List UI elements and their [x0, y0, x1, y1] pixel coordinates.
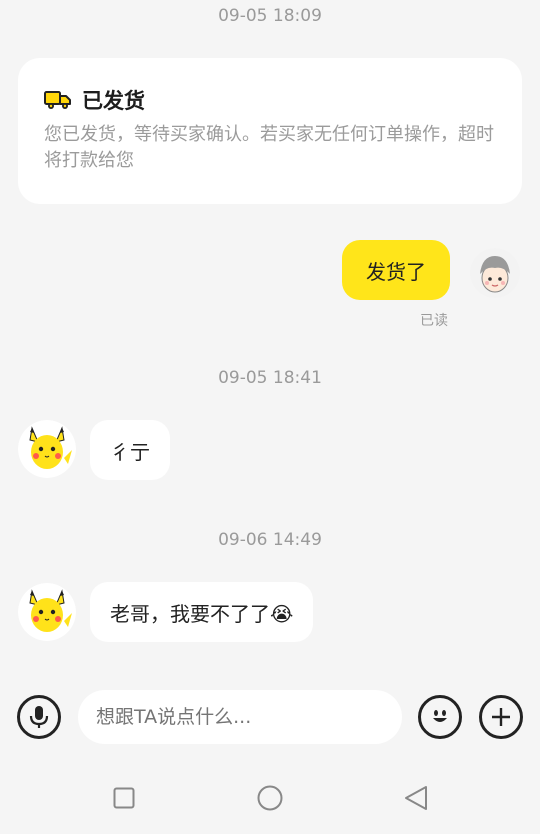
- sent-message-text: 发货了: [366, 259, 426, 284]
- truck-icon: [44, 91, 71, 109]
- plus-icon: [492, 708, 510, 726]
- received-message-text: 老哥，我要不了了😭: [110, 601, 294, 626]
- system-navigation-bar: [0, 760, 540, 834]
- emoji-icon: [433, 710, 447, 722]
- emoji-button[interactable]: [418, 695, 462, 739]
- pikachu-avatar-icon: [18, 420, 76, 478]
- contact-avatar[interactable]: [18, 420, 76, 478]
- received-message-bubble[interactable]: 老哥，我要不了了😭: [90, 582, 314, 642]
- voice-button[interactable]: [17, 695, 61, 739]
- shipping-status-card[interactable]: 已发货 您已发货，等待买家确认。若买家无任何订单操作，超时将打款给您: [18, 58, 522, 204]
- timestamp: 09-06 14:49: [218, 530, 322, 550]
- pikachu-avatar-icon: [18, 583, 76, 641]
- received-message-bubble[interactable]: 彳亍: [90, 420, 170, 480]
- received-message-text: 彳亍: [110, 439, 150, 464]
- more-actions-button[interactable]: [479, 695, 523, 739]
- sent-message-bubble[interactable]: 发货了: [342, 240, 450, 300]
- input-bar: [0, 682, 540, 754]
- card-header: 已发货: [44, 84, 496, 116]
- card-description: 您已发货，等待买家确认。若买家无任何订单操作，超时将打款给您: [44, 124, 494, 171]
- contact-avatar[interactable]: [18, 583, 76, 641]
- boy-avatar-icon: [470, 248, 520, 298]
- card-title: 已发货: [82, 89, 145, 113]
- my-avatar[interactable]: [470, 248, 520, 298]
- read-receipt: 已读: [420, 313, 448, 329]
- microphone-icon: [29, 706, 49, 728]
- triangle-back-icon[interactable]: [404, 785, 428, 811]
- square-icon[interactable]: [113, 787, 135, 809]
- timestamp: 09-05 18:09: [218, 6, 322, 26]
- message-input[interactable]: [78, 690, 402, 744]
- timestamp: 09-05 18:41: [218, 368, 322, 388]
- circle-icon[interactable]: [257, 785, 283, 811]
